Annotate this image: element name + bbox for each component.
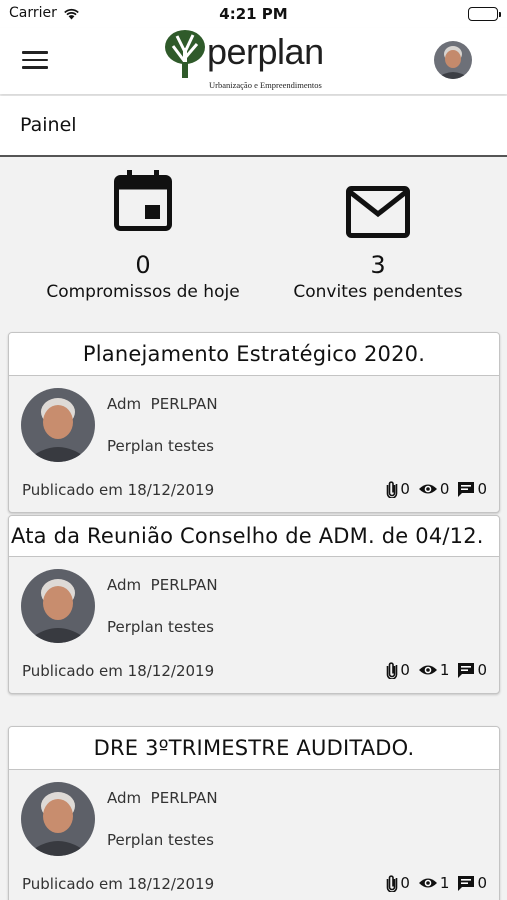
page-title-bar: Painel [0,96,507,157]
attachments-count: 0 [400,480,410,498]
eye-icon [418,878,437,888]
status-bar: Carrier 4:21 PM [0,0,507,28]
post-card[interactable]: Planejamento Estratégico 2020. Adm PERLP… [8,332,500,513]
app-header: perplan Urbanização e Empreendimentos [0,28,507,94]
post-title: DRE 3ºTRIMESTRE AUDITADO. [9,727,499,770]
hamburger-menu-icon[interactable] [22,47,48,73]
published-date: Publicado em 18/12/2019 [22,875,215,893]
eye-icon [418,665,437,675]
paperclip-icon [387,875,398,892]
author-organization: Perplan testes [107,831,214,849]
published-date: Publicado em 18/12/2019 [22,662,215,680]
author-avatar [21,569,95,643]
views-count: 1 [439,874,450,892]
eye-icon [418,484,437,494]
appointments-count: 0 [135,251,151,279]
appointments-label: Compromissos de hoje [46,282,240,302]
post-counters: 0 1 0 [386,874,487,892]
author-avatar [21,782,95,856]
comments-count: 0 [477,480,487,498]
post-title: Ata da Reunião Conselho de ADM. de 04/12… [9,516,499,557]
attachments-counter[interactable]: 0 [386,661,410,679]
invites-count: 3 [370,251,386,279]
comments-counter[interactable]: 0 [457,874,487,892]
calendar-icon [114,170,172,231]
brand-tagline: Urbanização e Empreendimentos [209,80,322,90]
attachments-counter[interactable]: 0 [386,480,410,498]
comments-counter[interactable]: 0 [457,661,487,679]
author-avatar [21,388,95,462]
author-organization: Perplan testes [107,437,214,455]
post-counters: 0 0 0 [386,480,487,498]
attachments-count: 0 [400,661,410,679]
brand-name: perplan [207,31,324,72]
views-counter[interactable]: 1 [418,661,450,679]
views-counter[interactable]: 0 [418,480,450,498]
tree-logo-icon [165,30,205,78]
post-title: Planejamento Estratégico 2020. [9,333,499,376]
author-name: Adm PERLPAN [107,789,218,807]
paperclip-icon [387,481,398,498]
perplan-logo: perplan Urbanização e Empreendimentos [163,28,343,92]
dashboard-stats: 0 Compromissos de hoje 3 Convites penden… [0,170,507,320]
post-counters: 0 1 0 [386,661,487,679]
user-avatar[interactable] [434,41,472,79]
comments-count: 0 [477,874,487,892]
envelope-icon [346,186,410,238]
comment-icon [458,662,475,678]
post-card[interactable]: DRE 3ºTRIMESTRE AUDITADO. Adm PERLPAN Pe… [8,726,500,900]
comments-counter[interactable]: 0 [457,480,487,498]
comment-icon [458,481,475,497]
page-title: Painel [20,114,77,136]
pending-invites-stat[interactable]: 3 Convites pendentes [258,170,498,303]
comment-icon [458,875,475,891]
views-counter[interactable]: 1 [418,874,450,892]
author-organization: Perplan testes [107,618,214,636]
comments-count: 0 [477,661,487,679]
battery-icon [468,7,501,21]
views-count: 0 [439,480,450,498]
attachments-count: 0 [400,874,410,892]
clock: 4:21 PM [219,5,288,23]
paperclip-icon [387,662,398,679]
post-card[interactable]: Ata da Reunião Conselho de ADM. de 04/12… [8,515,500,694]
invites-label: Convites pendentes [293,282,463,302]
appointments-today-stat[interactable]: 0 Compromissos de hoje [23,170,263,303]
author-name: Adm PERLPAN [107,395,218,413]
author-name: Adm PERLPAN [107,576,218,594]
attachments-counter[interactable]: 0 [386,874,410,892]
published-date: Publicado em 18/12/2019 [22,481,215,499]
views-count: 1 [439,661,450,679]
